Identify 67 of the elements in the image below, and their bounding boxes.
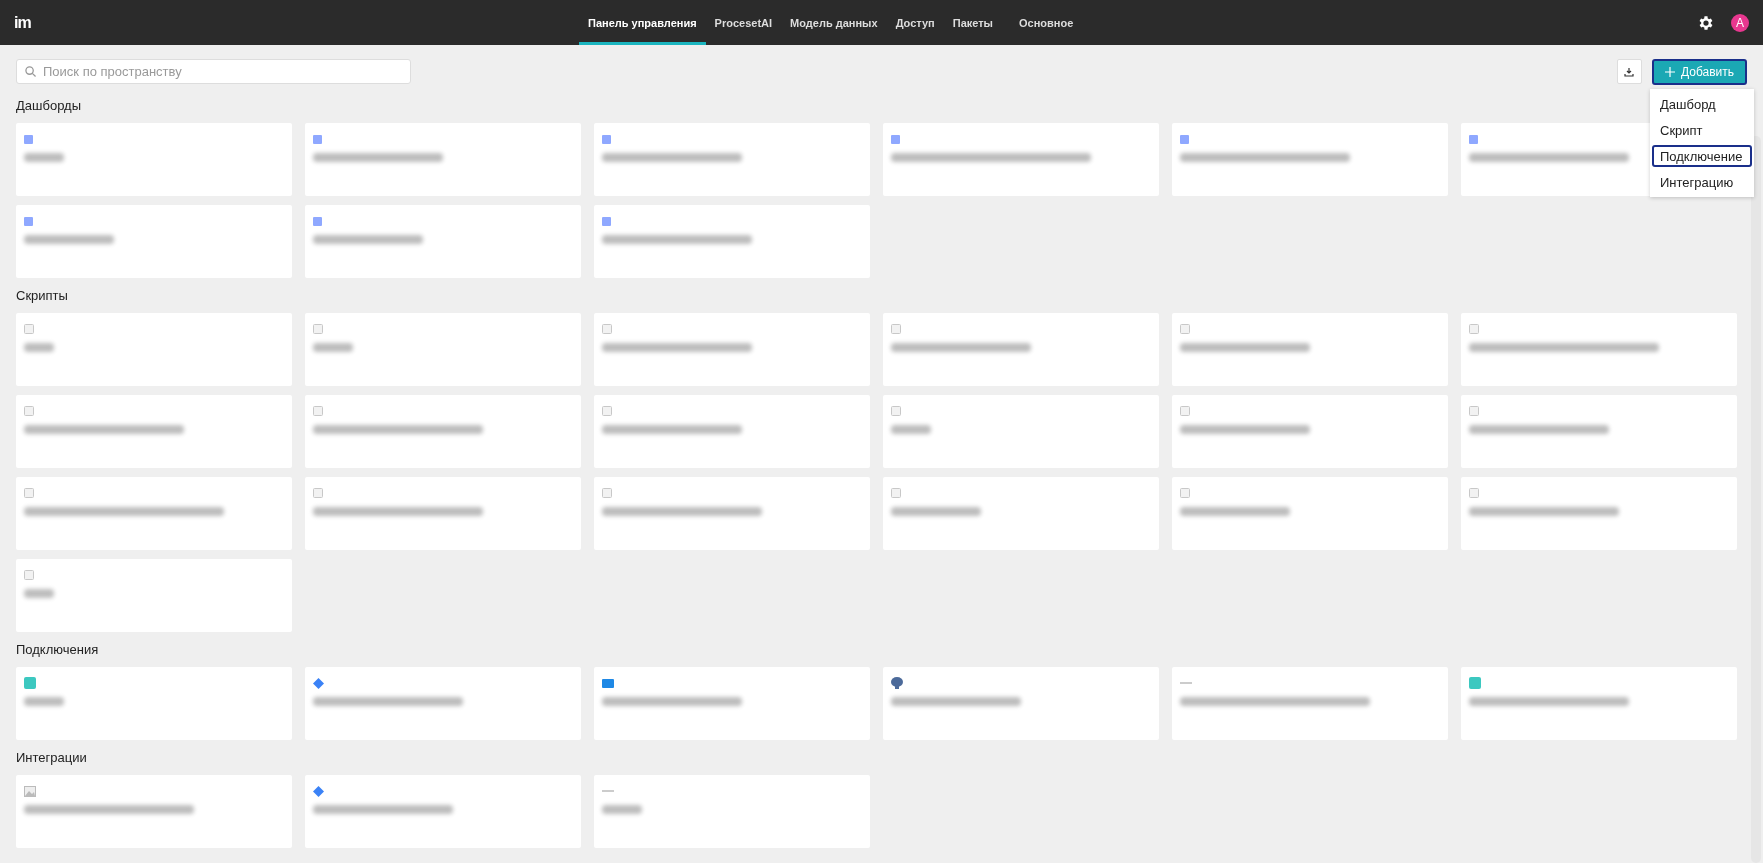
dashboard-icon <box>24 216 33 226</box>
jira-icon <box>313 785 324 797</box>
nav-tab[interactable]: Панель управления <box>579 0 706 45</box>
download-icon <box>1624 66 1635 77</box>
script-icon <box>313 406 323 416</box>
search-icon <box>25 66 36 77</box>
section-title: Подключения <box>16 642 99 657</box>
dash-icon <box>1180 681 1192 685</box>
blurred-text <box>313 343 353 352</box>
nav-tab[interactable]: Основное <box>1010 0 1083 45</box>
image-icon <box>24 785 36 797</box>
section-title: Интеграции <box>16 750 87 765</box>
jira-icon <box>313 677 324 689</box>
script-icon <box>891 406 901 416</box>
script-icon <box>1180 406 1190 416</box>
blurred-text <box>24 343 54 352</box>
nav-tab[interactable]: Доступ <box>886 0 944 45</box>
script-icon <box>1469 488 1479 498</box>
user-avatar[interactable]: A <box>1731 13 1749 32</box>
dashboard-icon <box>313 216 322 226</box>
script-icon <box>891 324 901 334</box>
script-icon <box>602 488 612 498</box>
script-icon <box>1469 406 1479 416</box>
server-icon <box>24 677 36 689</box>
dashboard-icon <box>1180 134 1189 144</box>
dashboard-icon <box>313 134 322 144</box>
menu-item[interactable]: Скрипт <box>1652 119 1752 141</box>
blurred-text <box>891 425 931 434</box>
script-icon <box>602 324 612 334</box>
script-icon <box>891 488 901 498</box>
script-icon <box>24 406 34 416</box>
dashboard-icon <box>891 134 900 144</box>
script-icon <box>24 570 34 580</box>
section-title: Скрипты <box>16 288 68 303</box>
dashboard-icon <box>24 134 33 144</box>
mail-icon <box>602 678 614 688</box>
script-icon <box>1469 324 1479 334</box>
blurred-text <box>24 153 64 162</box>
script-icon <box>1180 488 1190 498</box>
plus-icon <box>1664 66 1675 77</box>
download-button[interactable] <box>1616 59 1642 84</box>
server-icon <box>1469 677 1481 689</box>
menu-item[interactable]: Интеграцию <box>1652 171 1752 193</box>
nav-tab[interactable]: Модель данных <box>781 0 887 45</box>
section-title: Дашборды <box>16 98 81 113</box>
script-icon <box>313 488 323 498</box>
dashboard-icon <box>602 216 611 226</box>
dash-icon <box>602 789 614 793</box>
blurred-text <box>602 805 642 814</box>
script-icon <box>24 488 34 498</box>
script-icon <box>313 324 323 334</box>
logo[interactable]: im <box>14 13 31 32</box>
blurred-text <box>24 589 54 598</box>
nav-tab[interactable]: Пакеты <box>943 0 1002 45</box>
database-icon <box>891 677 903 689</box>
menu-item[interactable]: Подключение <box>1652 145 1752 167</box>
search-field[interactable]: Поиск по пространству <box>16 59 411 84</box>
dashboard-icon <box>602 134 611 144</box>
dashboard-icon <box>1469 134 1478 144</box>
menu-item[interactable]: Дашборд <box>1652 93 1752 115</box>
scrollbar[interactable] <box>1751 136 1761 863</box>
script-icon <box>1180 324 1190 334</box>
nav-tab[interactable]: ProcesetAI <box>705 0 782 45</box>
settings-icon[interactable] <box>1697 13 1715 32</box>
script-icon <box>24 324 34 334</box>
blurred-text <box>24 697 64 706</box>
script-icon <box>602 406 612 416</box>
